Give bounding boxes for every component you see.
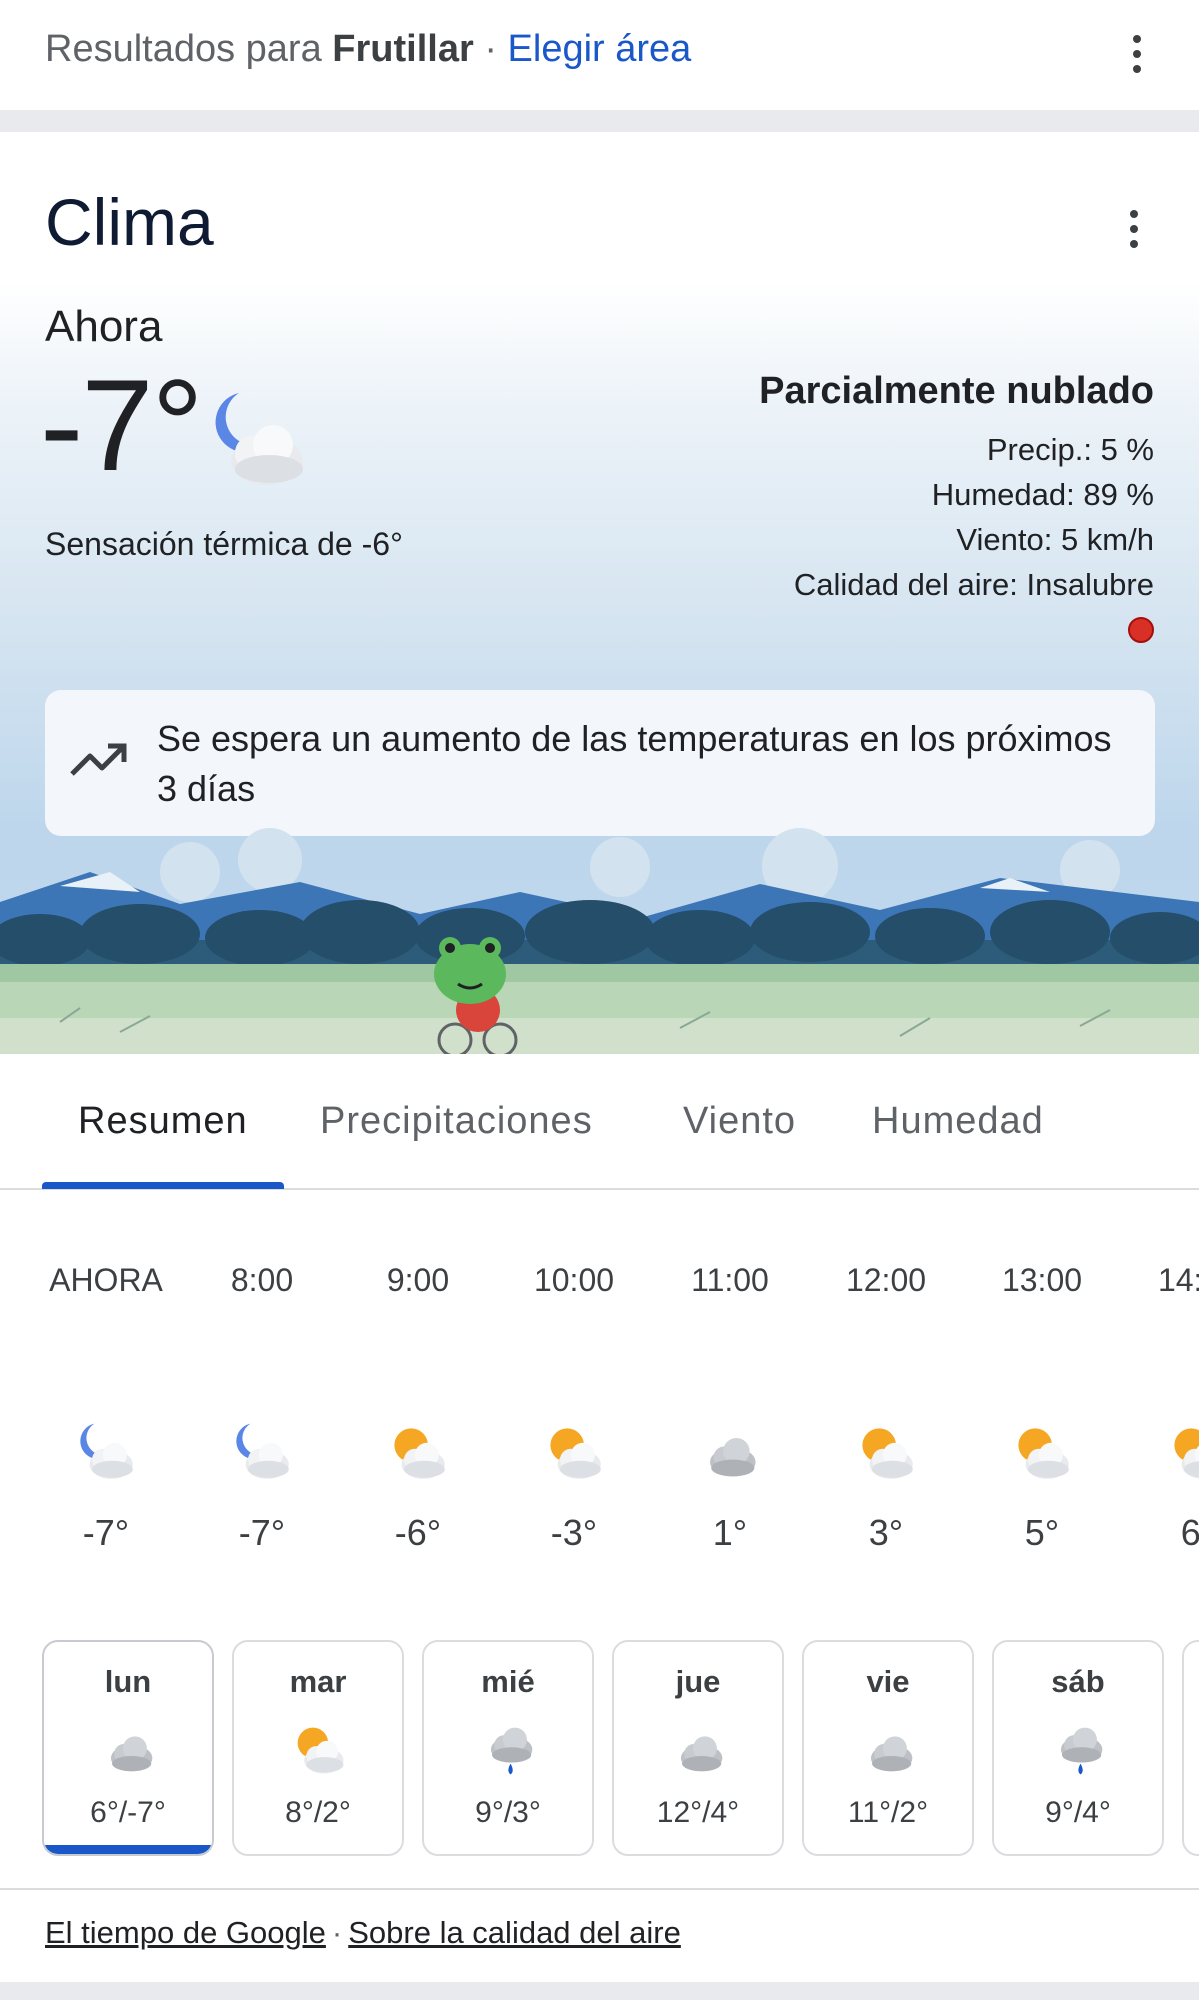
air-quality-link[interactable]: Sobre la calidad del aire <box>348 1915 681 1950</box>
hour-time: 12:00 <box>845 1262 927 1298</box>
hour-temp: 5° <box>1024 1512 1060 1553</box>
hour-time: 11:00 <box>691 1262 769 1298</box>
selected-day-indicator <box>44 1845 212 1854</box>
air-quality-indicator <box>1128 617 1154 643</box>
weather-more-icon[interactable] <box>1114 202 1154 256</box>
day-card-vie[interactable]: vie 11°/2° <box>802 1640 974 1856</box>
results-separator: · <box>484 28 497 70</box>
sun-partly-cloudy-icon <box>1166 1420 1199 1491</box>
day-card-lun[interactable]: lun 6°/-7° <box>42 1640 214 1856</box>
conditions-panel: Parcialmente nublado Precip.: 5 % Humeda… <box>759 370 1154 648</box>
day-range: 9°/3° <box>475 1796 541 1829</box>
sun-partly-cloudy-icon <box>386 1420 452 1491</box>
trend-banner[interactable]: Se espera un aumento de las temperaturas… <box>45 690 1155 836</box>
hour-time: 8:00 <box>230 1262 294 1298</box>
hour-temp: 6° <box>1180 1512 1199 1553</box>
footer-divider <box>0 1888 1199 1890</box>
tab-humedad[interactable]: Humedad <box>872 1100 1044 1143</box>
day-card-sab[interactable]: sáb 9°/4° <box>992 1640 1164 1856</box>
day-range: 11°/2° <box>847 1796 929 1829</box>
now-label: Ahora <box>45 302 163 351</box>
air-quality-value[interactable]: Calidad del aire: Insalubre <box>759 562 1154 607</box>
cloudy-icon <box>698 1420 764 1491</box>
results-prefix: Resultados para <box>45 28 322 70</box>
active-tab-indicator <box>42 1182 284 1189</box>
results-more-icon[interactable] <box>1117 27 1157 81</box>
hour-temp: 3° <box>868 1512 904 1553</box>
cloudy-icon <box>670 1720 730 1785</box>
sun-partly-cloudy-icon <box>542 1420 608 1491</box>
weather-card: Clima Ahora -7° Sensación térmica de -6°… <box>0 132 1199 1054</box>
day-name: mar <box>289 1664 347 1699</box>
choose-area-link[interactable]: Elegir área <box>508 28 692 70</box>
weather-illustration <box>0 822 1199 1054</box>
sun-partly-cloudy-icon <box>1010 1420 1076 1491</box>
google-weather-link[interactable]: El tiempo de Google <box>45 1915 326 1950</box>
tab-precipitaciones[interactable]: Precipitaciones <box>320 1100 593 1143</box>
cloudy-icon <box>100 1720 160 1785</box>
results-bar: Resultados para Frutillar · Elegir área <box>0 0 1199 110</box>
hour-time: 13:00 <box>1001 1262 1083 1298</box>
hour-time: 10:00 <box>533 1262 615 1298</box>
night-partly-cloudy-icon <box>230 1420 296 1491</box>
bottom-divider <box>0 1982 1199 2000</box>
day-name: lun <box>104 1664 152 1699</box>
hour-time: AHORA <box>49 1262 163 1298</box>
day-range: 9°/4° <box>1045 1796 1111 1829</box>
day-range: 6°/-7° <box>90 1796 166 1829</box>
footer-separator: · <box>331 1915 343 1950</box>
cloudy-icon <box>860 1720 920 1785</box>
trending-up-icon <box>70 740 130 785</box>
precip-value: Precip.: 5 % <box>986 432 1154 467</box>
footer-links: El tiempo de Google · Sobre la calidad del… <box>45 1915 681 1951</box>
hourly-forecast[interactable]: AHORA -7° 8:00 -7° 9:00 -6° 10:00 -3° 11… <box>0 1190 1199 1630</box>
hour-temp: 1° <box>712 1512 748 1553</box>
night-partly-cloudy-icon <box>205 387 315 502</box>
hour-temp: -6° <box>394 1512 442 1553</box>
rain-icon <box>1050 1720 1110 1785</box>
hour-time: 14:00 <box>1157 1262 1199 1298</box>
weather-title: Clima <box>45 185 214 259</box>
day-name: jue <box>675 1664 721 1699</box>
current-temperature: -7° <box>40 352 204 498</box>
night-partly-cloudy-icon <box>74 1420 140 1491</box>
hour-temp: -3° <box>550 1512 598 1553</box>
trend-text: Se espera un aumento de las temperaturas… <box>157 718 1112 809</box>
humidity-value: Humedad: 89 % <box>931 477 1154 512</box>
day-card-mar[interactable]: mar 8°/2° <box>232 1640 404 1856</box>
results-line: Resultados para Frutillar · Elegir área <box>45 28 691 71</box>
hour-time: 9:00 <box>386 1262 450 1298</box>
rain-icon <box>480 1720 540 1785</box>
day-name: vie <box>866 1664 910 1699</box>
day-name: mié <box>481 1664 535 1699</box>
daily-forecast: lun 6°/-7° mar 8°/2° mié 9°/3° jue 12°/4… <box>0 1640 1199 1858</box>
section-divider <box>0 110 1199 132</box>
forecast-tabs: Resumen Precipitaciones Viento Humedad <box>0 1054 1199 1190</box>
day-card-mie[interactable]: mié 9°/3° <box>422 1640 594 1856</box>
condition-label: Parcialmente nublado <box>759 370 1154 412</box>
day-card-next[interactable] <box>1182 1640 1199 1856</box>
tab-resumen[interactable]: Resumen <box>78 1100 248 1143</box>
sun-partly-cloudy-icon <box>854 1420 920 1491</box>
hour-temp: -7° <box>238 1512 286 1553</box>
day-card-jue[interactable]: jue 12°/4° <box>612 1640 784 1856</box>
results-location: Frutillar <box>332 28 474 70</box>
day-range: 8°/2° <box>285 1796 351 1829</box>
hour-temp: -7° <box>82 1512 130 1553</box>
day-range: 12°/4° <box>656 1796 740 1829</box>
wind-value: Viento: 5 km/h <box>956 522 1154 557</box>
tab-viento[interactable]: Viento <box>683 1100 796 1143</box>
sun-partly-cloudy-icon <box>290 1720 350 1785</box>
feels-like: Sensación térmica de -6° <box>45 526 403 562</box>
day-name: sáb <box>1051 1664 1105 1699</box>
